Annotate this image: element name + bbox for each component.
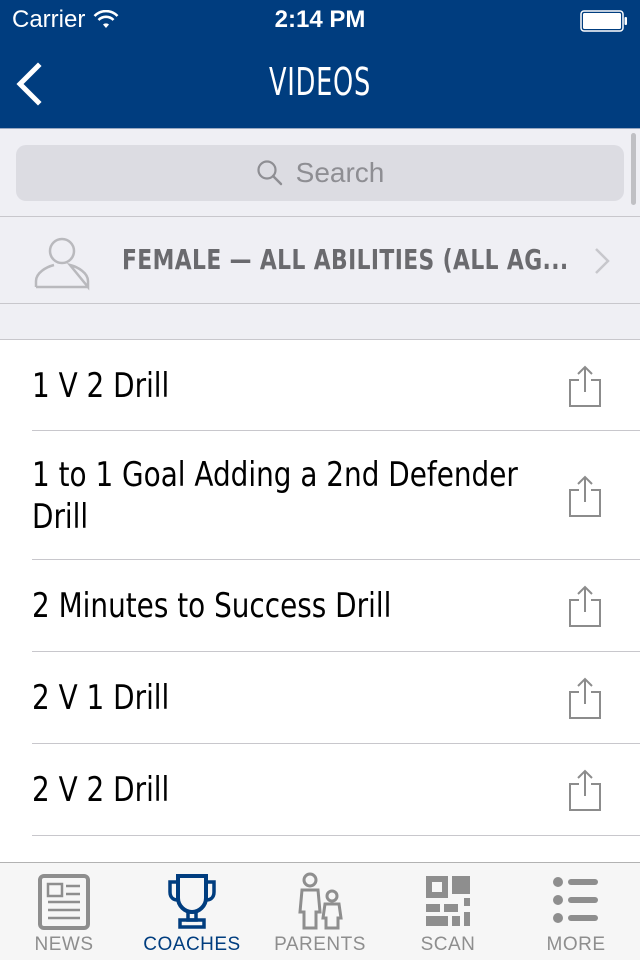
share-icon[interactable] — [568, 768, 602, 812]
video-title: 2 Minutes to Success Drill — [32, 586, 392, 626]
filter-label: FEMALE — ALL ABILITIES (ALL AG... — [122, 243, 569, 276]
parent-child-icon — [298, 872, 343, 930]
video-title: 1 V 2 Drill — [32, 365, 170, 406]
video-list: 1 V 2 Drill 1 to 1 Goal Adding a 2nd Def… — [0, 340, 640, 836]
search-input[interactable]: Search — [16, 145, 624, 201]
scrollbar[interactable] — [631, 133, 636, 205]
video-title: 1 to 1 Goal Adding a 2nd Defender Drill — [32, 454, 518, 537]
tab-scan[interactable]: SCAN — [384, 863, 512, 960]
list-item[interactable]: 2 V 2 Drill — [0, 744, 640, 836]
video-title: 2 V 1 Drill — [32, 678, 170, 718]
trophy-icon — [168, 874, 216, 929]
back-button[interactable] — [12, 60, 52, 108]
tab-parents[interactable]: PARENTS — [256, 863, 384, 960]
tab-label: PARENTS — [274, 934, 366, 955]
status-bar: Carrier 2:14 PM — [0, 0, 640, 40]
list-icon — [553, 877, 598, 923]
video-title: 2 V 2 Drill — [32, 770, 170, 810]
page-title: VIDEOS — [269, 60, 371, 104]
nav-bar: VIDEOS — [0, 40, 640, 128]
share-icon[interactable] — [568, 584, 602, 628]
list-item[interactable]: 1 to 1 Goal Adding a 2nd Defender Drill — [0, 431, 640, 560]
search-area: Search — [0, 128, 640, 216]
chevron-right-icon — [595, 248, 610, 274]
search-placeholder: Search — [295, 157, 385, 188]
tab-label: NEWS — [34, 934, 94, 955]
share-icon[interactable] — [568, 364, 602, 408]
list-item[interactable]: 2 V 1 Drill — [0, 652, 640, 744]
search-icon — [257, 160, 282, 186]
tab-news[interactable]: NEWS — [0, 863, 128, 960]
app-screen: Carrier 2:14 PM VIDEOS Search FEMALE — A… — [0, 0, 640, 960]
tab-label: COACHES — [143, 934, 241, 955]
list-item[interactable]: 1 V 2 Drill — [0, 340, 640, 431]
clock: 2:14 PM — [274, 6, 366, 33]
filter-selector[interactable]: FEMALE — ALL ABILITIES (ALL AG... — [0, 216, 640, 304]
list-item[interactable]: 2 Minutes to Success Drill — [0, 560, 640, 652]
tab-bar: NEWS COACHES PARENTS SCAN MORE — [0, 862, 640, 960]
share-icon[interactable] — [568, 474, 602, 518]
tab-more[interactable]: MORE — [512, 863, 640, 960]
tab-label: MORE — [546, 934, 606, 955]
qr-code-icon — [426, 876, 470, 926]
newspaper-icon — [38, 874, 90, 930]
tab-label: SCAN — [420, 934, 476, 955]
battery-icon — [580, 10, 627, 32]
share-icon[interactable] — [568, 676, 602, 720]
section-spacer — [0, 304, 640, 340]
header: Carrier 2:14 PM VIDEOS — [0, 0, 640, 128]
tab-coaches[interactable]: COACHES — [128, 863, 256, 960]
person-icon — [34, 237, 90, 291]
